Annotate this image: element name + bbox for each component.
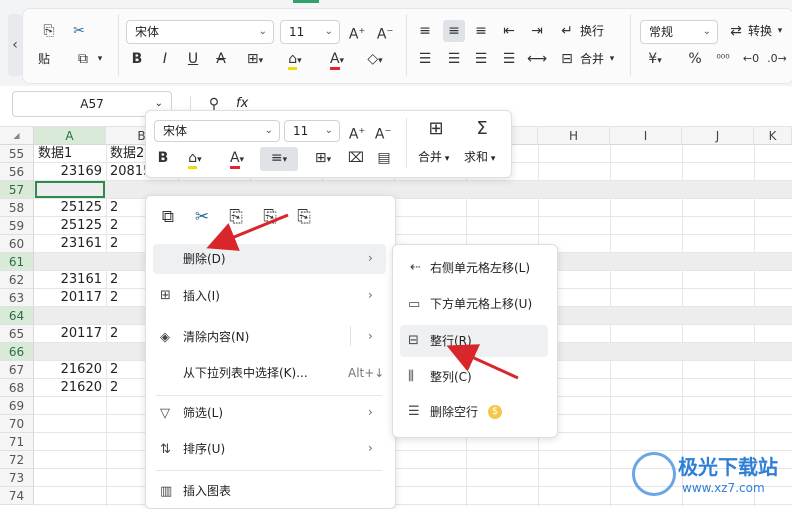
arrow-to-delete (206, 213, 289, 251)
watermark-url: www.xz7.com (682, 481, 765, 495)
arrow-to-entire-row (446, 344, 519, 380)
annotation-arrows (206, 213, 519, 380)
watermark-title: 极光下载站 (678, 455, 778, 479)
watermark-logo-icon (632, 452, 676, 496)
